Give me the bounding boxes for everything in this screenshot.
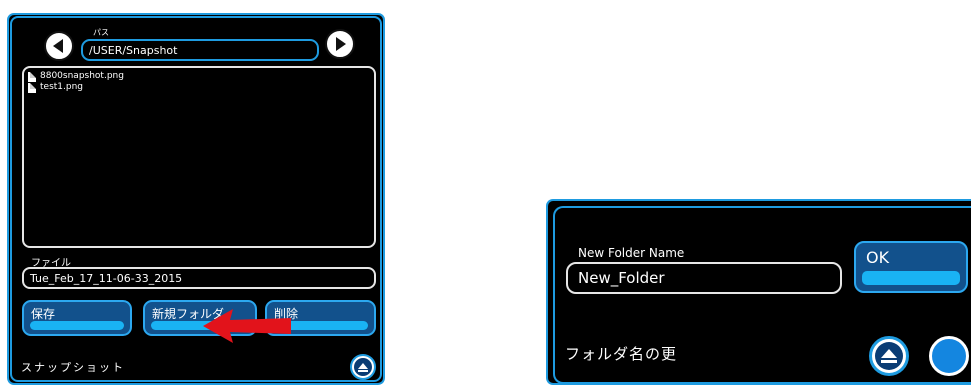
file-icon [28,71,36,82]
red-arrow-icon [203,309,291,343]
chevron-right-icon [336,37,346,51]
save-button[interactable]: 保存 [22,300,132,336]
file-list[interactable]: 8800snapshot.png test1.png [22,66,376,248]
new-folder-name-value: New_Folder [578,269,665,287]
eject-icon [875,342,903,370]
file-dialog-title: スナップショット [21,361,125,374]
file-name-field[interactable]: Tue_Feb_17_11-06-33_2015 [22,267,376,289]
button-highlight [862,271,960,285]
file-name-value: Tue_Feb_17_11-06-33_2015 [30,271,183,285]
action-circle-button[interactable] [929,336,969,376]
eject-button[interactable] [869,336,909,376]
list-item[interactable]: 8800snapshot.png [28,71,124,82]
eject-button[interactable] [350,354,376,380]
chevron-left-icon [53,39,63,53]
file-icon [28,82,36,93]
path-label: パス [93,28,109,37]
list-item[interactable]: test1.png [28,82,83,93]
file-name: test1.png [40,82,84,92]
new-folder-name-field[interactable]: New_Folder [566,262,842,294]
rename-folder-dialog: New Folder Name New_Folder OK フォルダ名の更 [546,199,971,385]
ok-button[interactable]: OK [854,241,968,293]
new-folder-name-label: New Folder Name [578,246,685,260]
rename-dialog-title: フォルダ名の更 [565,345,678,363]
eject-icon [354,358,372,376]
button-highlight [30,321,124,330]
file-dialog-panel: パス /USER/Snapshot 8800snapshot.png test1… [7,13,385,385]
ok-button-label: OK [866,248,890,267]
path-value: /USER/Snapshot [89,43,178,57]
file-name: 8800snapshot.png [40,71,124,81]
save-button-label: 保存 [31,307,56,321]
forward-button[interactable] [325,29,355,59]
path-field[interactable]: /USER/Snapshot [81,39,319,61]
back-button[interactable] [44,31,74,61]
